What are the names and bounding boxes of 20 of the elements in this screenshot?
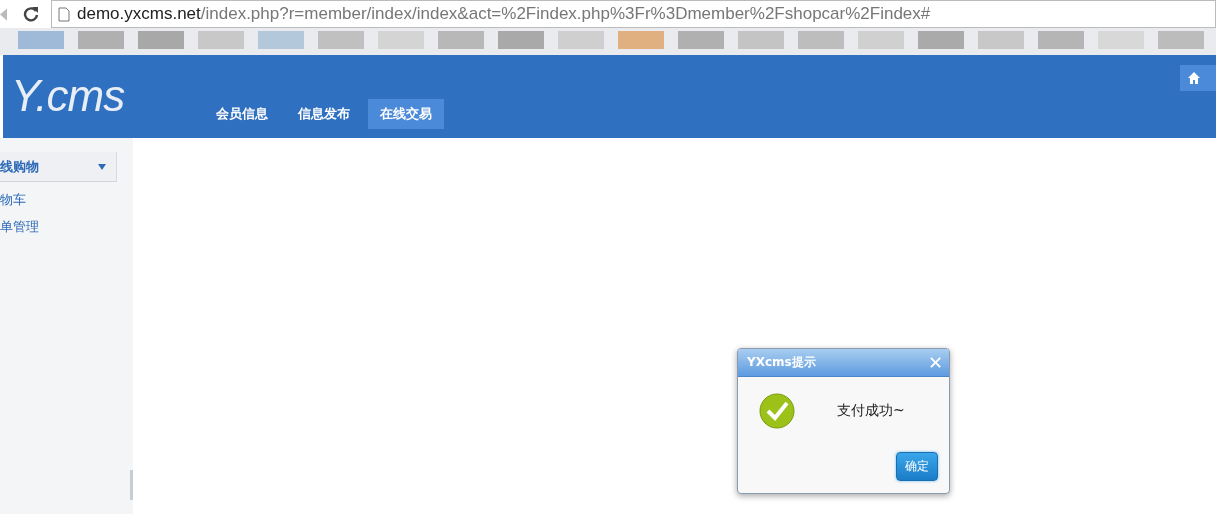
check-icon xyxy=(759,393,795,429)
sidebar-link[interactable]: 物车 xyxy=(0,191,133,209)
back-icon[interactable] xyxy=(0,7,7,21)
nav-tab[interactable]: 在线交易 xyxy=(368,99,445,129)
sidebar-link[interactable]: 单管理 xyxy=(0,218,133,236)
address-bar[interactable]: demo.yxcms.net/index.php?r=member/index/index&act=%2Findex.php%3Fr%3Dmember%2Fshopcar%2Findex# xyxy=(51,0,1216,28)
site-logo[interactable]: Y.cms xyxy=(11,71,125,138)
scrollbar[interactable] xyxy=(130,470,133,500)
url-text: demo.yxcms.net/index.php?r=member/index/index&act=%2Findex.php%3Fr%3Dmember%2Fshopcar%2Findex# xyxy=(77,4,931,24)
home-icon xyxy=(1188,72,1200,84)
reload-icon[interactable] xyxy=(23,6,39,22)
page-icon xyxy=(58,6,70,22)
caret-icon xyxy=(98,163,106,170)
home-button[interactable] xyxy=(1180,65,1216,91)
dialog-title: YXcms提示 xyxy=(747,354,816,371)
nav-tab[interactable]: 会员信息 xyxy=(204,99,281,129)
menu-group-header[interactable]: 线购物 xyxy=(0,152,117,182)
nav-tab[interactable]: 信息发布 xyxy=(286,99,363,129)
confirm-button[interactable]: 确定 xyxy=(896,452,938,481)
dialog-message: 支付成功~ xyxy=(837,402,905,420)
